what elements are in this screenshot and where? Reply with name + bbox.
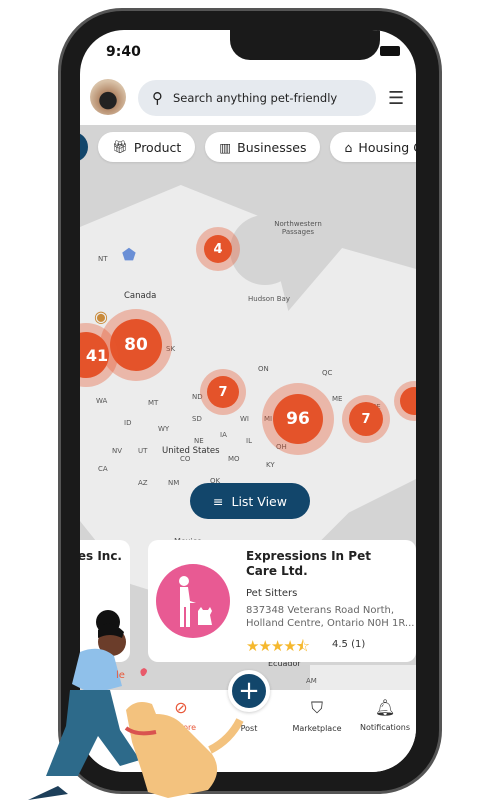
search-input[interactable]: ⚲ Search anything pet-friendly: [138, 80, 376, 116]
card-title: nes Inc.: [80, 549, 122, 563]
building-icon: ▥: [219, 139, 232, 155]
map-cluster[interactable]: 7: [200, 369, 246, 415]
status-time: 9:40: [106, 44, 141, 60]
map-label: ME: [332, 395, 343, 403]
search-icon: ⚲: [152, 89, 163, 107]
map-label: WA: [96, 397, 108, 405]
home-icon: ⌂: [344, 139, 353, 155]
map-label: NT: [98, 255, 108, 263]
map-label: SD: [192, 415, 202, 423]
map-land-south: [310, 665, 416, 690]
woman-and-dog-illustration: le: [28, 610, 244, 800]
map-label: CA: [98, 465, 108, 473]
search-placeholder: Search anything pet-friendly: [173, 91, 338, 105]
map-label: WI: [240, 415, 249, 423]
map-label: NV: [112, 447, 123, 455]
map-label: IL: [246, 437, 252, 445]
map-label: MO: [228, 455, 240, 463]
tab-notifications[interactable]: 🔔︎ Notifications: [350, 698, 416, 732]
chip-product[interactable]: 🎁︎ Product: [98, 132, 196, 162]
basket-icon: ⛉: [310, 698, 323, 717]
card-address: 837348 Veterans Road North, Holland Cent…: [246, 605, 415, 629]
bell-icon: 🔔︎: [374, 698, 396, 717]
list-view-button[interactable]: ≡ List View: [190, 483, 310, 519]
map-label: QC: [322, 369, 333, 377]
filter-sliders-icon[interactable]: ☰: [388, 88, 404, 109]
illustration-fragment: le: [116, 670, 125, 681]
map-cluster[interactable]: 7: [342, 395, 390, 443]
map-cluster[interactable]: 4: [196, 227, 240, 271]
chip-partial[interactable]: [80, 132, 88, 162]
map-label: WY: [158, 425, 170, 433]
card-title: Expressions In Pet Care Ltd.: [246, 549, 371, 578]
chip-businesses[interactable]: ▥ Businesses: [205, 132, 321, 162]
map-cluster[interactable]: 96: [262, 383, 334, 455]
map-label: IA: [220, 431, 227, 439]
notch: [230, 30, 380, 60]
gift-icon: 🎁︎: [112, 139, 128, 154]
map-label: MT: [148, 399, 159, 407]
category-chips: 🎁︎ Product ▥ Businesses ⌂ Housing C: [80, 132, 416, 162]
avatar[interactable]: [90, 79, 126, 115]
chip-housing[interactable]: ⌂ Housing C: [330, 132, 416, 162]
rating-text: 4.5 (1): [332, 639, 366, 650]
map-label: United States: [162, 446, 220, 456]
map-label: AZ: [138, 479, 148, 487]
card-category: Pet Sitters: [246, 588, 298, 599]
map-label: NE: [194, 437, 204, 445]
battery-icon: [380, 46, 400, 56]
map-label: CO: [180, 455, 191, 463]
map-label: KY: [266, 461, 275, 469]
map-label: NM: [168, 479, 180, 487]
map-label: Hudson Bay: [248, 295, 290, 303]
list-icon: ≡: [213, 493, 224, 509]
map-label: ID: [124, 419, 132, 427]
map-label: ON: [258, 365, 269, 373]
pet-pin-icon[interactable]: ⬟: [122, 245, 136, 264]
map-label: Canada: [124, 291, 157, 301]
map-label: Northwestern Passages: [274, 220, 322, 236]
map-label: UT: [138, 447, 148, 455]
map-label: AM: [306, 677, 317, 685]
tab-marketplace[interactable]: ⛉ Marketplace: [282, 698, 352, 733]
